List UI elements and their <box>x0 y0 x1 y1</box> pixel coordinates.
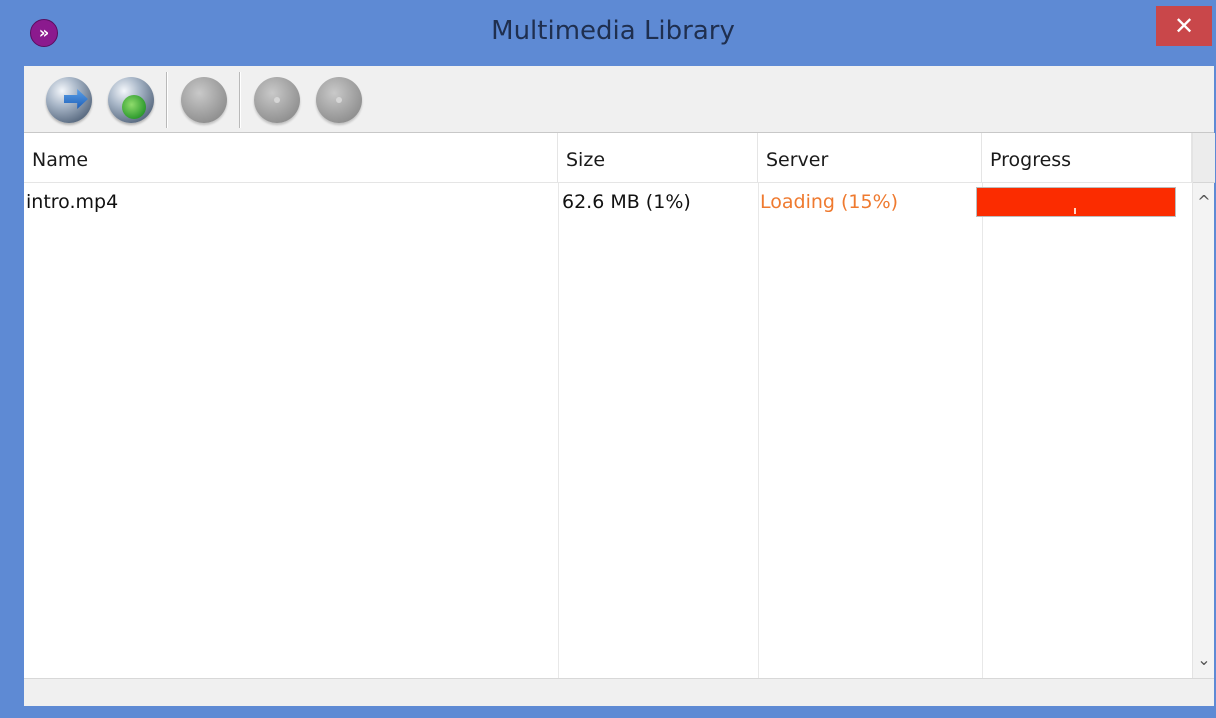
chevron-up-icon: ^ <box>1197 191 1211 211</box>
media-list[interactable]: Name Size Server Progress intro.mp4 62.6… <box>24 132 1215 679</box>
list-header: Name Size Server Progress <box>24 133 1192 183</box>
column-divider <box>758 183 759 679</box>
progress-bar-marker <box>1074 208 1076 214</box>
toolbar-disc-remove-button[interactable] <box>312 74 366 126</box>
progress-bar <box>976 187 1176 217</box>
disc-remove-icon <box>316 77 362 123</box>
toolbar <box>24 66 1214 132</box>
cell-server-status: Loading (15%) <box>760 191 899 213</box>
scroll-down-button[interactable]: ⌄ <box>1193 645 1215 673</box>
cell-size: 62.6 MB (1%) <box>562 191 691 213</box>
vertical-scrollbar[interactable]: ^ ⌄ <box>1192 133 1215 679</box>
progress-bar-fill <box>977 188 1175 216</box>
multimedia-library-window: » Multimedia Library ✕ Name Size Server … <box>0 0 1216 718</box>
column-divider <box>982 183 983 679</box>
status-bar <box>24 678 1214 706</box>
scroll-up-button[interactable]: ^ <box>1193 187 1215 215</box>
toolbar-separator <box>166 72 168 128</box>
disc-add-icon <box>254 77 300 123</box>
close-button[interactable]: ✕ <box>1156 6 1212 46</box>
cell-name: intro.mp4 <box>26 191 119 213</box>
toolbar-download-button[interactable] <box>42 74 96 126</box>
client-area: Name Size Server Progress intro.mp4 62.6… <box>24 66 1215 706</box>
globe-network-icon <box>108 77 154 123</box>
column-header-server[interactable]: Server <box>758 133 982 183</box>
table-row[interactable]: intro.mp4 62.6 MB (1%) Loading (15%) <box>24 187 1192 217</box>
chevron-down-icon: ⌄ <box>1197 649 1211 669</box>
toolbar-disc-button[interactable] <box>177 74 231 126</box>
close-icon: ✕ <box>1173 12 1195 40</box>
window-title: Multimedia Library <box>491 16 735 46</box>
header-corner <box>1193 133 1215 183</box>
toolbar-network-button[interactable] <box>104 74 158 126</box>
column-header-name[interactable]: Name <box>24 133 558 183</box>
toolbar-separator <box>239 72 241 128</box>
column-divider <box>558 183 559 679</box>
column-header-progress[interactable]: Progress <box>982 133 1192 183</box>
toolbar-disc-add-button[interactable] <box>250 74 304 126</box>
globe-download-icon <box>46 77 92 123</box>
column-header-size[interactable]: Size <box>558 133 758 183</box>
disc-icon <box>181 77 227 123</box>
title-bar[interactable]: » Multimedia Library ✕ <box>10 0 1216 66</box>
